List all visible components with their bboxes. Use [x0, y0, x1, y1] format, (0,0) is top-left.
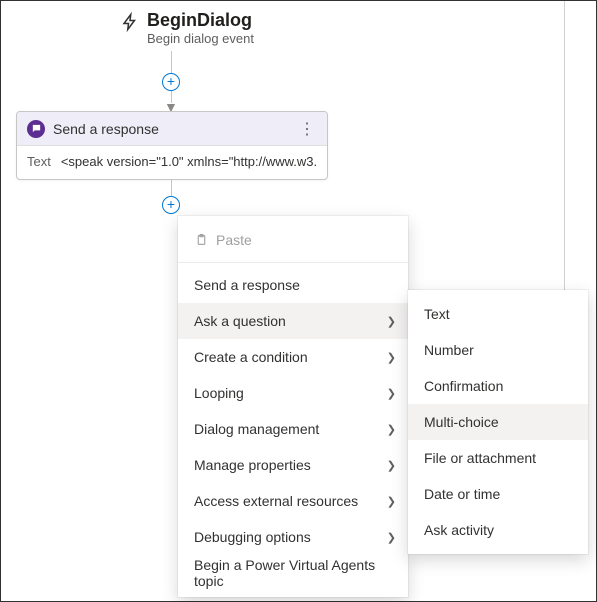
- add-action-button[interactable]: +: [162, 196, 180, 214]
- chevron-right-icon: ❯: [387, 495, 396, 508]
- submenu-item[interactable]: Number: [408, 332, 588, 368]
- submenu-item[interactable]: Text: [408, 296, 588, 332]
- action-node-send-response[interactable]: Send a response ⋮ Text <speak version="1…: [16, 111, 328, 180]
- submenu-item-label: File or attachment: [424, 450, 576, 466]
- more-icon[interactable]: ⋮: [295, 119, 319, 139]
- menu-item-label: Debugging options: [194, 529, 387, 545]
- chevron-right-icon: ❯: [387, 351, 396, 364]
- menu-item[interactable]: Manage properties❯: [178, 447, 408, 483]
- chat-icon: [27, 120, 45, 138]
- chevron-right-icon: ❯: [387, 387, 396, 400]
- question-type-submenu: Text Number Confirmation Multi-choice File o…: [408, 290, 588, 554]
- submenu-item[interactable]: Date or time: [408, 476, 588, 512]
- chevron-right-icon: ❯: [387, 423, 396, 436]
- content-divider: [564, 1, 565, 291]
- node-body-label: Text: [27, 154, 51, 169]
- menu-item[interactable]: Looping❯: [178, 375, 408, 411]
- menu-item-label: Manage properties: [194, 457, 387, 473]
- chevron-right-icon: ❯: [387, 531, 396, 544]
- paste-icon: [194, 233, 208, 247]
- submenu-item[interactable]: Ask activity: [408, 512, 588, 548]
- menu-item-label: Access external resources: [194, 493, 387, 509]
- menu-divider: [178, 262, 408, 263]
- chevron-right-icon: ❯: [387, 315, 396, 328]
- submenu-item[interactable]: File or attachment: [408, 440, 588, 476]
- node-title: Send a response: [53, 121, 295, 137]
- menu-item-label: Paste: [216, 232, 396, 248]
- chevron-right-icon: ❯: [387, 459, 396, 472]
- menu-item[interactable]: Create a condition❯: [178, 339, 408, 375]
- menu-item[interactable]: Begin a Power Virtual Agents topic: [178, 555, 408, 591]
- node-body[interactable]: Text <speak version="1.0" xmlns="http://…: [17, 146, 327, 179]
- submenu-item[interactable]: Confirmation: [408, 368, 588, 404]
- trigger-title: BeginDialog: [147, 9, 254, 31]
- submenu-item-label: Multi-choice: [424, 414, 576, 430]
- submenu-item-label: Number: [424, 342, 576, 358]
- menu-item-label: Looping: [194, 385, 387, 401]
- trigger-block[interactable]: BeginDialog Begin dialog event: [121, 9, 254, 47]
- connector-line: [171, 51, 172, 73]
- node-body-value: <speak version="1.0" xmlns="http://www.w…: [61, 154, 317, 169]
- submenu-item-label: Confirmation: [424, 378, 576, 394]
- menu-item-label: Begin a Power Virtual Agents topic: [194, 557, 396, 589]
- menu-item-label: Create a condition: [194, 349, 387, 365]
- submenu-item-label: Text: [424, 306, 576, 322]
- menu-item[interactable]: Access external resources❯: [178, 483, 408, 519]
- menu-item[interactable]: Ask a question❯: [178, 303, 408, 339]
- menu-item[interactable]: Send a response: [178, 267, 408, 303]
- action-context-menu: Paste Send a responseAsk a question❯Crea…: [178, 216, 408, 597]
- trigger-subtitle: Begin dialog event: [147, 31, 254, 47]
- menu-item[interactable]: Dialog management❯: [178, 411, 408, 447]
- add-action-button[interactable]: +: [162, 73, 180, 91]
- menu-item-label: Dialog management: [194, 421, 387, 437]
- connector-line: [171, 177, 172, 197]
- node-header[interactable]: Send a response ⋮: [17, 112, 327, 146]
- menu-item-label: Ask a question: [194, 313, 387, 329]
- menu-item[interactable]: Debugging options❯: [178, 519, 408, 555]
- menu-item-label: Send a response: [194, 277, 396, 293]
- lightning-icon: [121, 11, 139, 37]
- submenu-item[interactable]: Multi-choice: [408, 404, 588, 440]
- submenu-item-label: Ask activity: [424, 522, 576, 538]
- submenu-item-label: Date or time: [424, 486, 576, 502]
- flow-canvas[interactable]: ▼ BeginDialog Begin dialog event + Send …: [1, 1, 596, 601]
- menu-item-paste: Paste: [178, 222, 408, 258]
